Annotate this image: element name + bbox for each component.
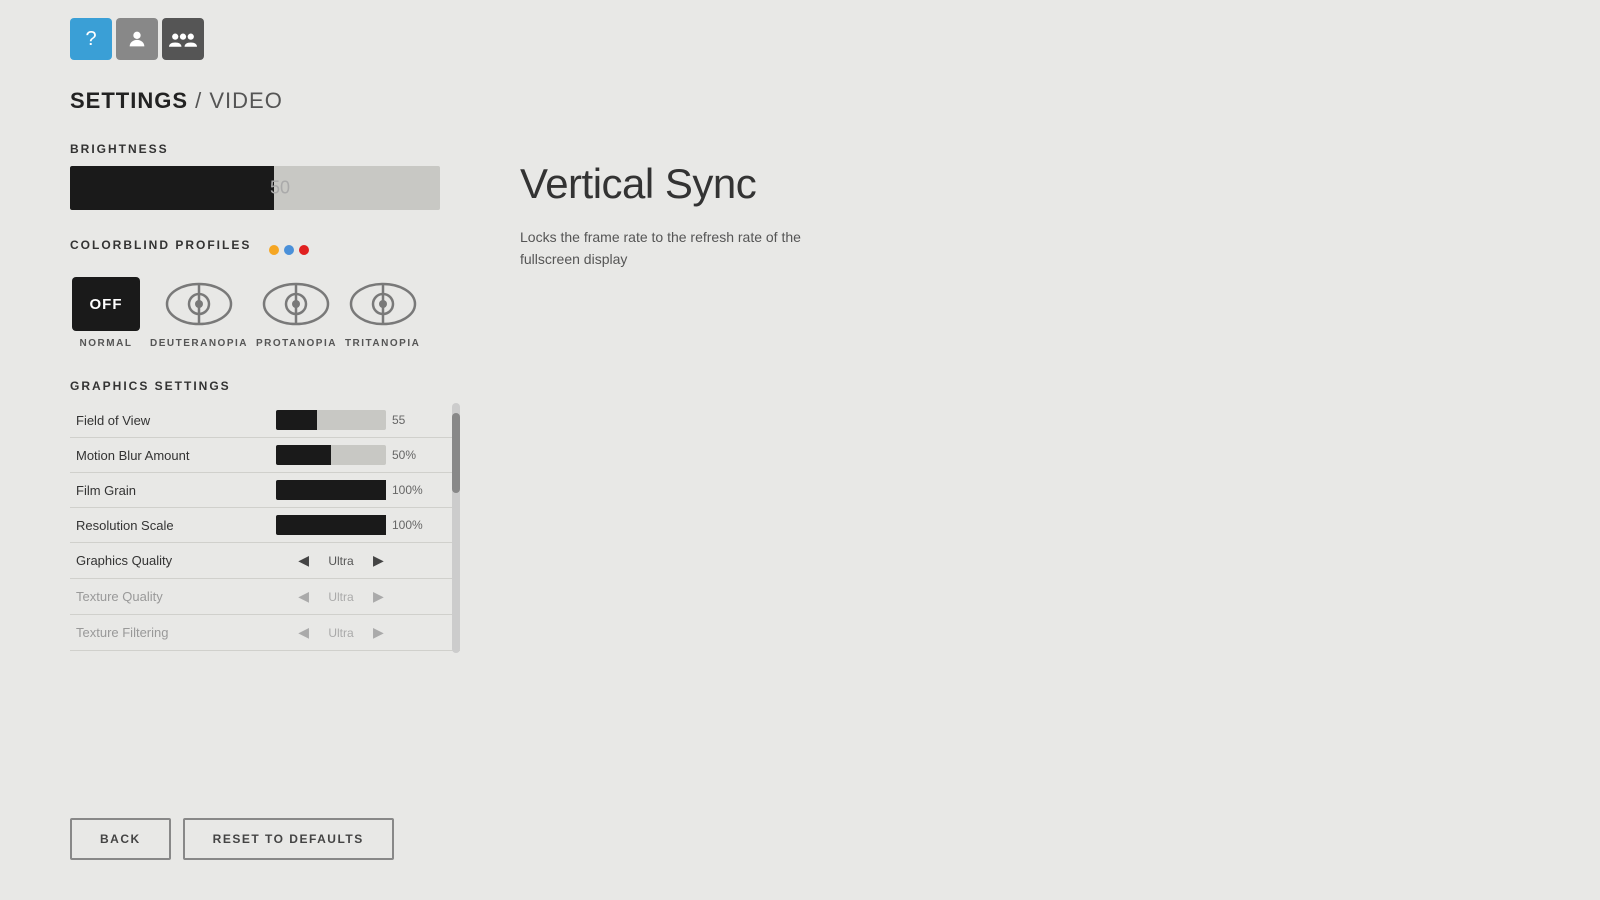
- row-texture-filtering: Texture Filtering ◀ Ultra ▶: [70, 615, 460, 651]
- eye-deuteranopia-icon: [163, 274, 235, 334]
- graphics-section: GRAPHICS SETTINGS Field of View 55: [70, 379, 460, 653]
- slider-field-of-view[interactable]: [276, 410, 386, 430]
- control-lighting-quality[interactable]: ◀ Ultra ▶: [270, 651, 460, 654]
- person-icon[interactable]: [116, 18, 158, 60]
- arrow-left-texture-filter[interactable]: ◀: [294, 622, 313, 643]
- bottom-bar: BACK RESET TO DEFAULTS: [70, 818, 394, 860]
- row-lighting-quality: Lighting Quality ◀ Ultra ▶: [70, 651, 460, 654]
- row-texture-quality: Texture Quality ◀ Ultra ▶: [70, 579, 460, 615]
- val-texture-quality: Ultra: [321, 590, 361, 604]
- scrollbar-thumb[interactable]: [452, 413, 460, 493]
- protanopia-label: PROTANOPIA: [256, 338, 337, 349]
- dot-blue: [284, 245, 294, 255]
- reset-button[interactable]: RESET TO DEFAULTS: [183, 818, 394, 860]
- label-film-grain: Film Grain: [70, 473, 270, 508]
- vsync-description: Locks the frame rate to the refresh rate…: [520, 226, 920, 271]
- val-film-grain: 100%: [392, 483, 428, 497]
- val-field-of-view: 55: [392, 413, 428, 427]
- eye-off-icon: OFF: [70, 274, 142, 334]
- slider-fill-resolution: [276, 515, 386, 535]
- slider-film-grain[interactable]: [276, 480, 386, 500]
- eye-tritanopia-icon: [347, 274, 419, 334]
- control-graphics-quality[interactable]: ◀ Ultra ▶: [270, 543, 460, 579]
- settings-table: Field of View 55 Motion Blur A: [70, 403, 460, 653]
- slider-motion-blur[interactable]: [276, 445, 386, 465]
- label-graphics-quality: Graphics Quality: [70, 543, 270, 579]
- label-texture-quality: Texture Quality: [70, 579, 270, 615]
- val-motion-blur: 50%: [392, 448, 428, 462]
- control-field-of-view[interactable]: 55: [270, 403, 460, 438]
- val-resolution-scale: 100%: [392, 518, 428, 532]
- main-content: SETTINGS / VIDEO BRIGHTNESS 50 COLORBLIN…: [0, 60, 1600, 653]
- colorblind-label: COLORBLIND PROFILES: [70, 238, 251, 252]
- arrow-left-texture-quality[interactable]: ◀: [294, 586, 313, 607]
- question-icon[interactable]: ?: [70, 18, 112, 60]
- off-label: OFF: [72, 277, 140, 331]
- top-bar: ?: [0, 0, 1600, 60]
- vsync-title: Vertical Sync: [520, 160, 1170, 208]
- label-resolution-scale: Resolution Scale: [70, 508, 270, 543]
- brightness-slider[interactable]: 50: [70, 166, 440, 210]
- arrow-left-graphics[interactable]: ◀: [294, 550, 313, 571]
- video-label: / VIDEO: [188, 88, 283, 113]
- control-resolution-scale[interactable]: 100%: [270, 508, 460, 543]
- settings-label: SETTINGS: [70, 88, 188, 113]
- brightness-fill: [70, 166, 274, 210]
- label-lighting-quality: Lighting Quality: [70, 651, 270, 654]
- colorblind-option-protanopia[interactable]: PROTANOPIA: [256, 274, 337, 349]
- brightness-label: BRIGHTNESS: [70, 142, 1600, 156]
- label-motion-blur: Motion Blur Amount: [70, 438, 270, 473]
- label-texture-filtering: Texture Filtering: [70, 615, 270, 651]
- row-field-of-view: Field of View 55: [70, 403, 460, 438]
- arrow-right-texture-filter[interactable]: ▶: [369, 622, 388, 643]
- slider-resolution-scale[interactable]: [276, 515, 386, 535]
- tritanopia-label: TRITANOPIA: [345, 338, 420, 349]
- slider-fill-film-grain: [276, 480, 386, 500]
- row-motion-blur: Motion Blur Amount 50%: [70, 438, 460, 473]
- colorblind-dots: [269, 245, 309, 255]
- control-film-grain[interactable]: 100%: [270, 473, 460, 508]
- normal-label: NORMAL: [80, 338, 133, 349]
- row-graphics-quality: Graphics Quality ◀ Ultra ▶: [70, 543, 460, 579]
- graphics-label: GRAPHICS SETTINGS: [70, 379, 460, 393]
- arrow-right-graphics[interactable]: ▶: [369, 550, 388, 571]
- row-resolution-scale: Resolution Scale 100%: [70, 508, 460, 543]
- settings-table-wrapper[interactable]: Field of View 55 Motion Blur A: [70, 403, 460, 653]
- brightness-value: 50: [270, 178, 290, 199]
- colorblind-option-tritanopia[interactable]: TRITANOPIA: [345, 274, 420, 349]
- control-motion-blur[interactable]: 50%: [270, 438, 460, 473]
- slider-fill-fov: [276, 410, 317, 430]
- colorblind-option-deuteranopia[interactable]: DEUTERANOPIA: [150, 274, 248, 349]
- val-texture-filtering: Ultra: [321, 626, 361, 640]
- dot-red: [299, 245, 309, 255]
- dot-yellow: [269, 245, 279, 255]
- label-field-of-view: Field of View: [70, 403, 270, 438]
- page-title: SETTINGS / VIDEO: [70, 88, 1600, 114]
- eye-protanopia-icon: [260, 274, 332, 334]
- scrollbar-track[interactable]: [452, 403, 460, 653]
- val-graphics-quality: Ultra: [321, 554, 361, 568]
- slider-fill-motion-blur: [276, 445, 331, 465]
- row-film-grain: Film Grain 100%: [70, 473, 460, 508]
- control-texture-filtering[interactable]: ◀ Ultra ▶: [270, 615, 460, 651]
- right-panel: Vertical Sync Locks the frame rate to th…: [520, 160, 1170, 271]
- deuteranopia-label: DEUTERANOPIA: [150, 338, 248, 349]
- group-icon[interactable]: [162, 18, 204, 60]
- colorblind-option-normal[interactable]: OFF NORMAL: [70, 274, 142, 349]
- back-button[interactable]: BACK: [70, 818, 171, 860]
- control-texture-quality[interactable]: ◀ Ultra ▶: [270, 579, 460, 615]
- colorblind-options: OFF NORMAL DEUTERANOPIA: [70, 274, 1600, 349]
- arrow-right-texture-quality[interactable]: ▶: [369, 586, 388, 607]
